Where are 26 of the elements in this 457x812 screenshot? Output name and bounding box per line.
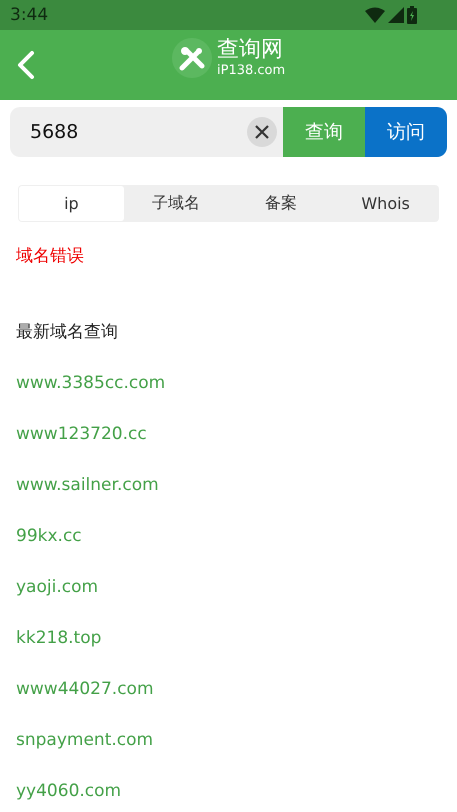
wifi-icon <box>365 7 385 23</box>
section-title: 最新域名查询 <box>16 321 119 343</box>
domain-link[interactable]: www123720.cc <box>16 424 441 445</box>
search-field[interactable]: 5688 <box>10 107 283 157</box>
clear-icon[interactable] <box>247 117 277 147</box>
domain-link[interactable]: www.sailner.com <box>16 475 441 496</box>
battery-icon <box>407 6 417 24</box>
query-button[interactable]: 查询 <box>283 107 365 157</box>
signal-icon <box>388 7 404 23</box>
tab[interactable]: 备案 <box>228 186 334 221</box>
error-message: 域名错误 <box>16 245 85 267</box>
tab[interactable]: 子域名 <box>124 186 228 221</box>
back-icon[interactable] <box>16 50 36 80</box>
domain-link[interactable]: 99kx.cc <box>16 526 441 547</box>
domain-link[interactable]: yy4060.com <box>16 781 441 802</box>
tab[interactable]: Whois <box>333 186 438 221</box>
domain-link[interactable]: snpayment.com <box>16 730 441 751</box>
logo-title: 查询网 <box>217 39 284 61</box>
domain-link[interactable]: yaoji.com <box>16 577 441 598</box>
logo-subtitle: iP138.com <box>217 64 286 77</box>
domain-link[interactable]: kk218.top <box>16 628 441 649</box>
status-time: 3:44 <box>10 5 48 25</box>
visit-button[interactable]: 访问 <box>365 107 447 157</box>
domain-link[interactable]: www.3385cc.com <box>16 373 441 394</box>
domain-link[interactable]: www44027.com <box>16 679 441 700</box>
tab[interactable]: ip <box>19 186 124 221</box>
